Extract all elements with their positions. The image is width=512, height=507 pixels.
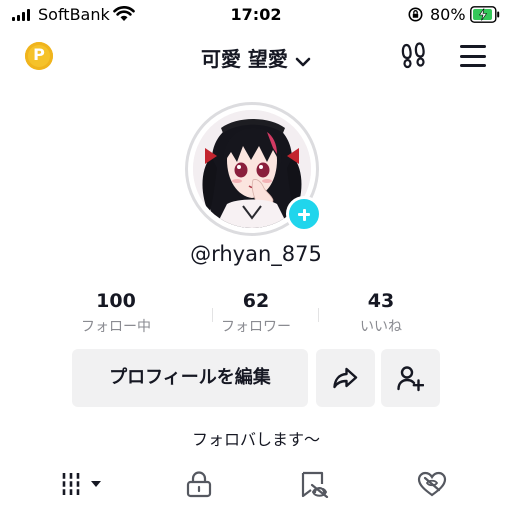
stat-divider [318,308,319,322]
menu-icon[interactable] [458,44,488,68]
stat-following[interactable]: 100 フォロー中 [56,290,176,336]
chevron-down-icon [295,57,311,66]
likes-label: いいね [360,319,402,335]
saved-icon[interactable] [298,470,330,498]
share-profile-button[interactable] [316,349,375,407]
profile-bio: フォロバします〜 [191,430,320,449]
followers-count: 62 [242,290,270,312]
battery-percent: 80% [430,5,466,24]
following-label: フォロー中 [81,319,151,335]
status-bar: SoftBank 17:02 80% [0,0,512,30]
followers-label: フォロワー [221,319,291,335]
following-count: 100 [96,290,136,312]
stat-likes[interactable]: 43 いいね [321,290,441,336]
likes-count: 43 [367,290,395,312]
display-name: 可愛 望愛 [200,47,288,71]
username-handle: @rhyan_875 [190,242,322,266]
add-friend-button[interactable] [381,349,440,407]
private-lock-icon[interactable] [183,470,215,498]
add-friend-icon [397,366,424,392]
footprint-icon[interactable] [399,42,427,70]
share-icon [333,367,358,389]
orientation-lock-icon [408,7,423,22]
liked-icon[interactable] [416,470,448,498]
add-avatar-button[interactable] [286,196,322,232]
edit-profile-button[interactable]: プロフィールを編集 [72,349,308,407]
videos-grid-icon[interactable] [60,470,108,498]
edit-profile-label: プロフィールを編集 [109,367,271,388]
battery-charging-icon [470,6,500,23]
account-switcher[interactable]: 可愛 望愛 [0,43,512,72]
stat-followers[interactable]: 62 フォロワー [196,290,316,336]
